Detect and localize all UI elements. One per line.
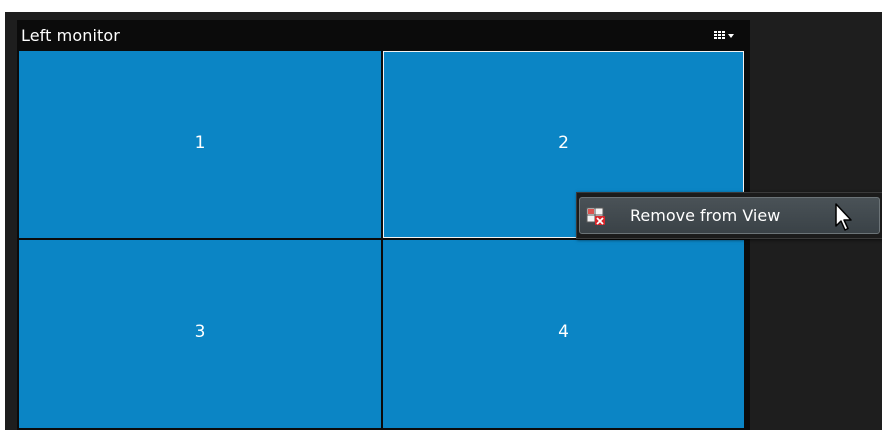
remove-from-view-label: Remove from View: [630, 206, 781, 225]
grid-layout-icon: [714, 31, 725, 39]
view-cell-label: 1: [194, 132, 206, 153]
view-cell-4[interactable]: 4: [383, 240, 744, 428]
chevron-down-icon: [728, 33, 734, 38]
remove-from-view-icon: [586, 206, 606, 226]
mouse-pointer-icon: [834, 203, 856, 233]
view-cell-label: 4: [558, 322, 569, 342]
view-grid: 1 2 3 4: [19, 51, 748, 428]
view-cell-1[interactable]: 1: [19, 51, 381, 238]
view-cell-label: 2: [558, 132, 569, 153]
panel-title: Left monitor: [21, 26, 120, 45]
view-cell-3[interactable]: 3: [19, 240, 381, 428]
view-cell-label: 3: [194, 322, 206, 342]
panel-header: Left monitor: [17, 20, 750, 50]
monitor-canvas: Left monitor 1 2 3 4 Remove from View: [5, 12, 882, 430]
layout-menu-button[interactable]: [714, 27, 744, 43]
